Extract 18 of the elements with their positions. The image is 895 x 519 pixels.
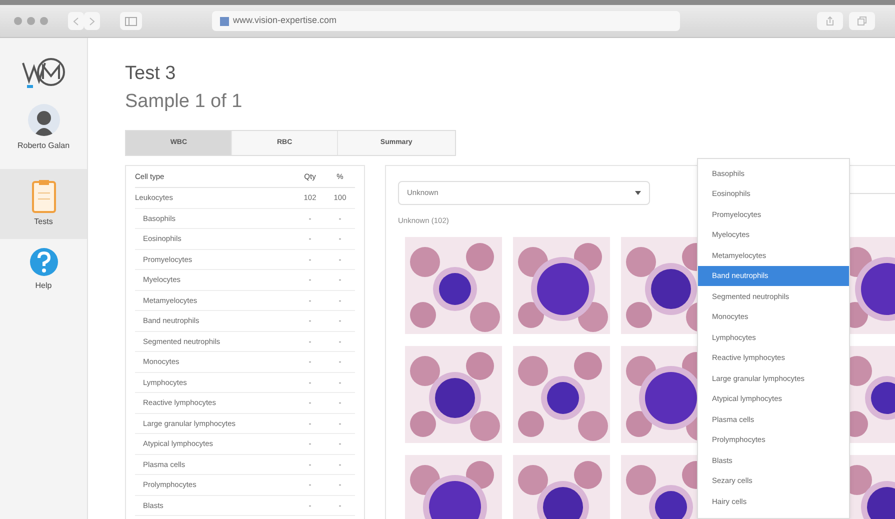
- sidebar-item[interactable]: Help: [0, 239, 87, 299]
- avatar-icon: [28, 104, 60, 136]
- sample-subtitle: Sample 1 of 1: [125, 90, 244, 114]
- caret-icon: [634, 191, 641, 195]
- micrograph-placeholder[interactable]: [405, 346, 502, 444]
- page-title: Test 3: [125, 62, 177, 86]
- url-text: www.vision-expertise.com: [233, 14, 337, 28]
- logo-icon: [20, 57, 66, 89]
- micrograph-placeholder[interactable]: [513, 237, 610, 334]
- address-bar[interactable]: www.vision-expertise.com: [212, 11, 680, 31]
- sidebar-toggle-icon[interactable]: [120, 12, 142, 30]
- micrograph-placeholder[interactable]: [513, 346, 610, 444]
- sidebar-item[interactable]: Tests: [0, 169, 87, 239]
- clipboard-icon: [32, 179, 56, 213]
- user-name: Roberto Galan: [17, 140, 70, 152]
- micrograph-placeholder[interactable]: [405, 237, 502, 334]
- help-icon: [28, 247, 58, 277]
- globe-icon: [220, 16, 229, 26]
